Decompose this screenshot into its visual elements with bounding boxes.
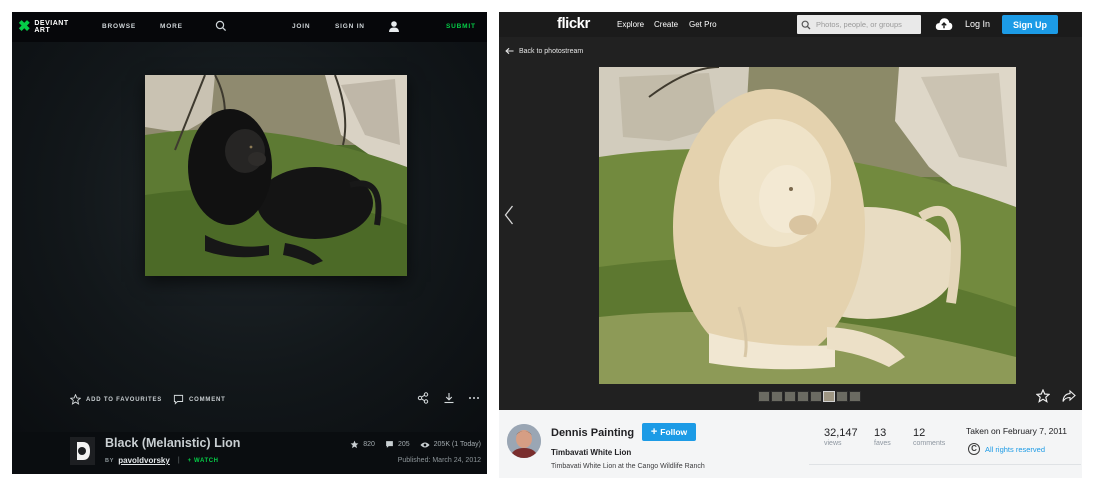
filmstrip-thumb[interactable] bbox=[797, 391, 809, 402]
previous-photo-chevron-icon[interactable] bbox=[504, 205, 514, 230]
photo-description: Timbavati White Lion at the Cango Wildli… bbox=[551, 463, 705, 470]
deviantart-logo[interactable]: ✖ DEVIANT ART bbox=[18, 19, 68, 34]
owner-avatar[interactable] bbox=[507, 424, 541, 458]
star-filled-icon bbox=[350, 440, 359, 449]
deviantart-logo-icon: ✖ bbox=[18, 18, 32, 35]
share-arrow-icon[interactable] bbox=[1062, 389, 1076, 408]
author-link[interactable]: pavoldvorsky bbox=[118, 456, 170, 465]
deviation-info: Black (Melanistic) Lion BY pavoldvorsky … bbox=[12, 432, 487, 474]
search-icon bbox=[801, 20, 811, 29]
author-avatar[interactable] bbox=[70, 437, 95, 465]
nav-get-pro[interactable]: Get Pro bbox=[689, 20, 717, 29]
download-icon[interactable] bbox=[443, 392, 455, 406]
published-date: Published: March 24, 2012 bbox=[397, 457, 481, 464]
copyright-icon: C bbox=[968, 443, 980, 455]
flickr-top-bar: flickr Explore Create Get Pro Log In Sig… bbox=[499, 12, 1082, 37]
license-info[interactable]: C All rights reserved bbox=[968, 443, 1045, 455]
follow-label: Follow bbox=[660, 427, 688, 437]
comments-stat: 12 comments bbox=[913, 427, 945, 447]
photo-stage: Back to photostream bbox=[499, 37, 1082, 410]
comment-label: COMMENT bbox=[189, 396, 226, 403]
license-label: All rights reserved bbox=[985, 444, 1046, 454]
filmstrip-thumb[interactable] bbox=[784, 391, 796, 402]
nav-browse[interactable]: BROWSE bbox=[102, 23, 136, 30]
share-icon[interactable] bbox=[417, 392, 429, 406]
byline-by: BY bbox=[105, 457, 115, 464]
watch-button[interactable]: + WATCH bbox=[188, 458, 219, 464]
nav-more[interactable]: MORE bbox=[160, 23, 183, 30]
filmstrip-thumb[interactable] bbox=[849, 391, 861, 402]
add-to-favourites-label: ADD TO FAVOURITES bbox=[86, 396, 163, 403]
faves-count: 13 bbox=[874, 427, 887, 439]
deviation-title: Black (Melanistic) Lion bbox=[105, 436, 241, 450]
photo-filmstrip bbox=[758, 391, 861, 402]
star-icon bbox=[70, 394, 81, 405]
favourites-stat: 820 bbox=[350, 440, 375, 449]
views-label: views bbox=[824, 440, 842, 447]
plus-icon: + bbox=[650, 425, 658, 438]
views-count: 32,147 bbox=[824, 427, 858, 439]
nav-join[interactable]: JOIN bbox=[292, 23, 310, 30]
deviantart-top-bar: ✖ DEVIANT ART BROWSE MORE JOIN SIGN IN SU… bbox=[12, 12, 487, 42]
filmstrip-thumb[interactable] bbox=[836, 391, 848, 402]
flickr-window: flickr Explore Create Get Pro Log In Sig… bbox=[499, 12, 1082, 478]
submit-button[interactable]: SUBMIT bbox=[446, 23, 476, 30]
filmstrip-thumb[interactable] bbox=[810, 391, 822, 402]
arrow-left-icon bbox=[505, 47, 514, 55]
comments-count: 12 bbox=[913, 427, 926, 439]
comment-button[interactable]: COMMENT bbox=[173, 394, 226, 405]
search-box[interactable] bbox=[797, 15, 921, 34]
deviation-actions-bar: ADD TO FAVOURITES COMMENT bbox=[12, 390, 487, 412]
favorite-star-icon[interactable] bbox=[1035, 388, 1051, 408]
search-icon[interactable] bbox=[215, 20, 227, 34]
logo-line-1: DEVIANT bbox=[34, 19, 69, 27]
filmstrip-thumb[interactable] bbox=[771, 391, 783, 402]
comment-filled-icon bbox=[386, 441, 393, 448]
upload-cloud-icon[interactable] bbox=[935, 17, 953, 36]
nav-explore[interactable]: Explore bbox=[617, 20, 644, 29]
black-lion-image[interactable] bbox=[145, 75, 407, 276]
login-link[interactable]: Log In bbox=[965, 19, 990, 29]
flickr-logo[interactable]: flickr bbox=[557, 15, 590, 32]
stats-divider bbox=[809, 464, 1081, 465]
photo-title: Timbavati White Lion bbox=[551, 448, 632, 457]
more-options-icon[interactable] bbox=[468, 392, 480, 406]
white-lion-photo[interactable] bbox=[599, 67, 1016, 384]
deviation-byline: BY pavoldvorsky | + WATCH bbox=[105, 456, 219, 465]
add-to-favourites-button[interactable]: ADD TO FAVOURITES bbox=[70, 394, 162, 405]
comments-label: comments bbox=[913, 440, 946, 447]
views-stat: 32,147 views bbox=[824, 427, 858, 447]
follow-button[interactable]: + Follow bbox=[642, 423, 696, 441]
filmstrip-thumb-active[interactable] bbox=[823, 391, 835, 402]
deviation-stats: 820 205 205K (1 Today) bbox=[350, 440, 481, 449]
byline-separator: | bbox=[177, 457, 180, 464]
nav-create[interactable]: Create bbox=[654, 20, 678, 29]
screenshot-stage: ✖ DEVIANT ART BROWSE MORE JOIN SIGN IN SU… bbox=[0, 0, 1100, 496]
nav-sign-in[interactable]: SIGN IN bbox=[335, 23, 365, 30]
comments-stat: 205 bbox=[385, 440, 410, 449]
faves-label: faves bbox=[874, 440, 891, 447]
taken-date: Taken on February 7, 2011 bbox=[966, 426, 1067, 436]
comment-icon bbox=[173, 394, 184, 405]
user-icon[interactable] bbox=[388, 20, 400, 35]
logo-line-2: ART bbox=[34, 26, 51, 34]
views-stat: 205K (1 Today) bbox=[420, 441, 481, 449]
search-input[interactable] bbox=[816, 20, 916, 29]
signup-button[interactable]: Sign Up bbox=[1002, 15, 1058, 34]
faves-stat: 13 faves bbox=[874, 427, 891, 447]
photo-metadata-panel: Dennis Painting + Follow Timbavati White… bbox=[499, 410, 1082, 478]
owner-name[interactable]: Dennis Painting bbox=[551, 427, 634, 439]
filmstrip-thumb[interactable] bbox=[758, 391, 770, 402]
eye-icon bbox=[420, 442, 430, 447]
back-to-photostream-link[interactable]: Back to photostream bbox=[505, 47, 583, 55]
deviantart-window: ✖ DEVIANT ART BROWSE MORE JOIN SIGN IN SU… bbox=[12, 12, 487, 474]
back-link-label: Back to photostream bbox=[519, 47, 584, 55]
